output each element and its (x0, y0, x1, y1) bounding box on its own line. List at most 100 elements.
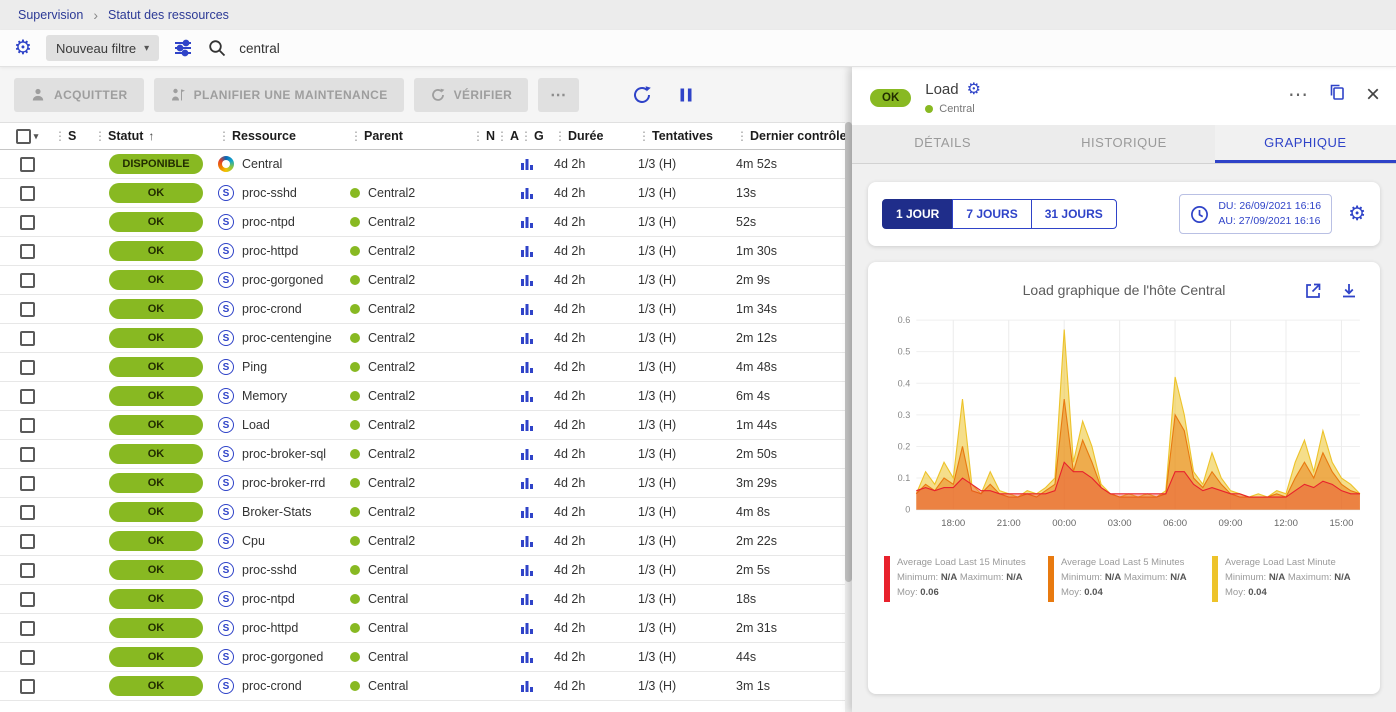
resource-name[interactable]: proc-centengine (242, 331, 332, 345)
check-button[interactable]: VÉRIFIER (414, 78, 529, 112)
row-checkbox[interactable] (20, 418, 35, 433)
graph-icon[interactable] (520, 650, 554, 664)
table-row[interactable]: OK Sproc-crond Central 4d 2h 1/3 (H) 3m … (0, 672, 852, 701)
legend-item[interactable]: Average Load Last 5 MinutesMinimum: N/A … (1048, 556, 1200, 602)
row-checkbox[interactable] (20, 273, 35, 288)
column-header-resource[interactable]: ⋮Ressource (218, 129, 350, 143)
range-1-day-button[interactable]: 1 JOUR (882, 199, 953, 229)
parent-name[interactable]: Central2 (368, 447, 415, 461)
graph-icon[interactable] (520, 476, 554, 490)
row-checkbox[interactable] (20, 302, 35, 317)
vertical-scrollbar[interactable] (845, 122, 852, 712)
row-checkbox[interactable] (20, 157, 35, 172)
graph-icon[interactable] (520, 418, 554, 432)
column-header-tries[interactable]: ⋮Tentatives (638, 129, 736, 143)
resource-name[interactable]: Memory (242, 389, 287, 403)
resource-name[interactable]: proc-crond (242, 302, 302, 316)
more-actions-button[interactable]: ⋯ (538, 78, 578, 112)
refresh-icon[interactable] (625, 78, 659, 112)
legend-item[interactable]: Average Load Last MinuteMinimum: N/A Max… (1212, 556, 1364, 602)
panel-more-icon[interactable]: ⋯ (1288, 85, 1308, 105)
breadcrumb-item-supervision[interactable]: Supervision (18, 8, 83, 22)
graph-icon[interactable] (520, 273, 554, 287)
drag-handle-icon[interactable]: ⋮ (350, 129, 362, 143)
row-checkbox[interactable] (20, 505, 35, 520)
select-all-checkbox[interactable] (16, 129, 31, 144)
parent-name[interactable]: Central2 (368, 476, 415, 490)
parent-name[interactable]: Central2 (368, 244, 415, 258)
parent-name[interactable]: Central2 (368, 418, 415, 432)
drag-handle-icon[interactable]: ⋮ (496, 129, 508, 143)
graph-icon[interactable] (520, 244, 554, 258)
row-checkbox[interactable] (20, 534, 35, 549)
graph-icon[interactable] (520, 215, 554, 229)
parent-name[interactable]: Central2 (368, 215, 415, 229)
resource-name[interactable]: proc-broker-sql (242, 447, 326, 461)
sort-asc-icon[interactable]: ↑ (148, 129, 154, 143)
table-row[interactable]: OK Sproc-sshd Central 4d 2h 1/3 (H) 2m 5… (0, 556, 852, 585)
row-checkbox[interactable] (20, 360, 35, 375)
date-range-picker[interactable]: DU: 26/09/2021 16:16 AU: 27/09/2021 16:1… (1179, 194, 1332, 234)
parent-name[interactable]: Central (368, 679, 408, 693)
graph-icon[interactable] (520, 563, 554, 577)
tab-historique[interactable]: HISTORIQUE (1033, 125, 1214, 163)
tab-graphique[interactable]: GRAPHIQUE (1215, 125, 1396, 163)
row-checkbox[interactable] (20, 679, 35, 694)
parent-name[interactable]: Central (368, 563, 408, 577)
graph-icon[interactable] (520, 679, 554, 693)
table-row[interactable]: OK Sproc-httpd Central2 4d 2h 1/3 (H) 1m… (0, 237, 852, 266)
acknowledge-button[interactable]: ACQUITTER (14, 78, 144, 112)
resource-name[interactable]: proc-sshd (242, 186, 297, 200)
parent-name[interactable]: Central2 (368, 302, 415, 316)
parent-name[interactable]: Central2 (368, 360, 415, 374)
column-header-severity[interactable]: ⋮S (54, 129, 94, 143)
table-row[interactable]: OK Sproc-httpd Central 4d 2h 1/3 (H) 2m … (0, 614, 852, 643)
filter-select[interactable]: Nouveau filtre ▾ (46, 35, 159, 61)
column-header-g[interactable]: ⋮G (520, 129, 554, 143)
table-row[interactable]: OK Sproc-crond Central2 4d 2h 1/3 (H) 1m… (0, 295, 852, 324)
resource-name[interactable]: Ping (242, 360, 267, 374)
column-header-n[interactable]: ⋮N (472, 129, 496, 143)
graph-icon[interactable] (520, 360, 554, 374)
scrollbar-thumb[interactable] (845, 122, 852, 582)
graph-icon[interactable] (520, 331, 554, 345)
parent-name[interactable]: Central (368, 621, 408, 635)
table-row[interactable]: OK Sproc-sshd Central2 4d 2h 1/3 (H) 13s (0, 179, 852, 208)
close-icon[interactable]: × (1366, 85, 1380, 104)
table-row[interactable]: OK Sproc-broker-sql Central2 4d 2h 1/3 (… (0, 440, 852, 469)
table-row[interactable]: OK SBroker-Stats Central2 4d 2h 1/3 (H) … (0, 498, 852, 527)
graph-icon[interactable] (520, 505, 554, 519)
resource-name[interactable]: proc-gorgoned (242, 650, 323, 664)
resource-name[interactable]: proc-broker-rrd (242, 476, 325, 490)
set-maintenance-button[interactable]: PLANIFIER UNE MAINTENANCE (154, 78, 404, 112)
resource-name[interactable]: proc-crond (242, 679, 302, 693)
row-checkbox[interactable] (20, 331, 35, 346)
resource-name[interactable]: proc-ntpd (242, 592, 295, 606)
graph-settings-gear-icon[interactable]: ⚙ (1348, 204, 1366, 224)
drag-handle-icon[interactable]: ⋮ (94, 129, 106, 143)
row-checkbox[interactable] (20, 215, 35, 230)
resource-name[interactable]: proc-sshd (242, 563, 297, 577)
row-checkbox[interactable] (20, 650, 35, 665)
drag-handle-icon[interactable]: ⋮ (554, 129, 566, 143)
graph-icon[interactable] (520, 389, 554, 403)
column-header-last-check[interactable]: ⋮Dernier contrôle (736, 129, 852, 143)
panel-parent-name[interactable]: Central (939, 103, 974, 115)
graph-icon[interactable] (520, 302, 554, 316)
resource-name[interactable]: proc-httpd (242, 244, 298, 258)
column-header-a[interactable]: ⋮A (496, 129, 520, 143)
row-checkbox[interactable] (20, 244, 35, 259)
table-row[interactable]: OK Sproc-broker-rrd Central2 4d 2h 1/3 (… (0, 469, 852, 498)
table-row[interactable]: OK SCpu Central2 4d 2h 1/3 (H) 2m 22s (0, 527, 852, 556)
drag-handle-icon[interactable]: ⋮ (54, 129, 66, 143)
resource-name[interactable]: proc-gorgoned (242, 273, 323, 287)
parent-name[interactable]: Central2 (368, 505, 415, 519)
resource-name[interactable]: Cpu (242, 534, 265, 548)
table-row[interactable]: OK Sproc-centengine Central2 4d 2h 1/3 (… (0, 324, 852, 353)
drag-handle-icon[interactable]: ⋮ (638, 129, 650, 143)
range-7-days-button[interactable]: 7 JOURS (952, 199, 1031, 229)
parent-name[interactable]: Central (368, 650, 408, 664)
graph-icon[interactable] (520, 534, 554, 548)
table-row[interactable]: OK SMemory Central2 4d 2h 1/3 (H) 6m 4s (0, 382, 852, 411)
parent-name[interactable]: Central2 (368, 331, 415, 345)
